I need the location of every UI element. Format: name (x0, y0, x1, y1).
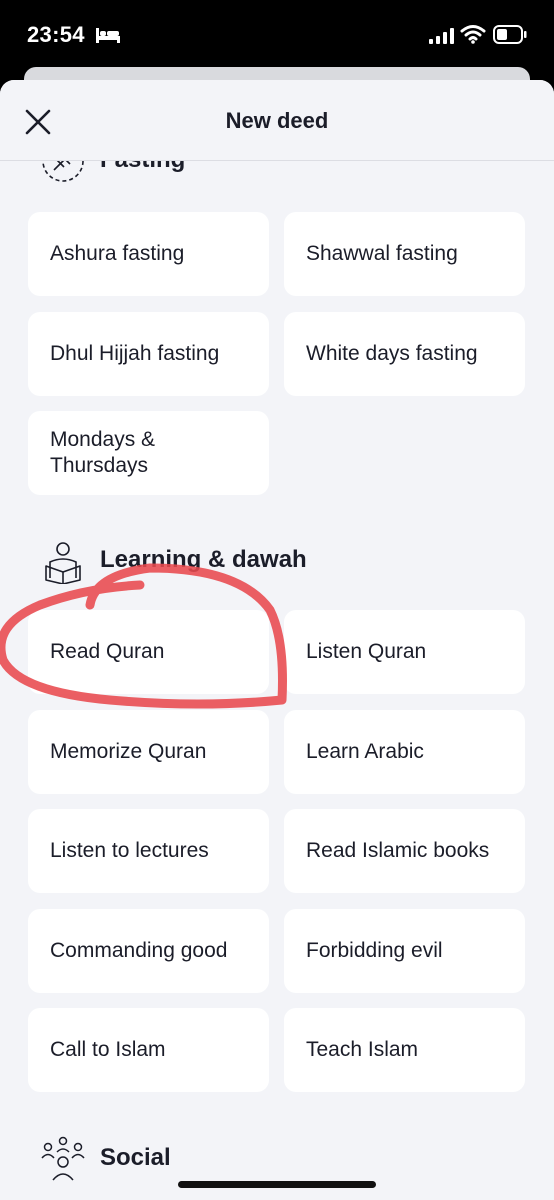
deed-card-ashura-fasting[interactable]: Ashura fasting (28, 212, 269, 296)
status-time: 23:54 (27, 22, 85, 47)
deed-card-memorize-quran[interactable]: Memorize Quran (28, 710, 269, 794)
deed-card-commanding-good[interactable]: Commanding good (28, 909, 269, 993)
deed-card-mondays-thursdays[interactable]: Mondays & Thursdays (28, 411, 269, 495)
deed-card-read-islamic-books[interactable]: Read Islamic books (284, 809, 525, 893)
new-deed-sheet: Fasting Ashura fasting Shawwal fasting D… (0, 80, 554, 1200)
deed-card-shawwal-fasting[interactable]: Shawwal fasting (284, 212, 525, 296)
sheet-header: New deed (0, 80, 554, 161)
page-title: New deed (225, 108, 329, 133)
deed-card-listen-quran[interactable]: Listen Quran (284, 610, 525, 694)
reading-person-icon (45, 542, 81, 584)
section-title-social: Social (100, 1144, 171, 1171)
home-indicator[interactable] (178, 1181, 376, 1188)
battery-icon (493, 25, 527, 44)
deed-list[interactable]: Fasting Ashura fasting Shawwal fasting D… (0, 80, 554, 1200)
cellular-signal-icon (429, 28, 454, 44)
section-title-learning: Learning & dawah (100, 546, 307, 573)
deed-card-read-quran[interactable]: Read Quran (28, 610, 269, 694)
deed-card-listen-to-lectures[interactable]: Listen to lectures (28, 809, 269, 893)
people-group-icon (41, 1136, 85, 1181)
status-bar: 23:54 (0, 0, 554, 68)
deed-card-white-days-fasting[interactable]: White days fasting (284, 312, 525, 396)
deed-card-call-to-islam[interactable]: Call to Islam (28, 1008, 269, 1092)
deed-card-forbidding-evil[interactable]: Forbidding evil (284, 909, 525, 993)
wifi-icon (460, 25, 486, 44)
deed-card-learn-arabic[interactable]: Learn Arabic (284, 710, 525, 794)
deed-card-dhul-hijjah-fasting[interactable]: Dhul Hijjah fasting (28, 312, 269, 396)
bed-icon (96, 28, 120, 43)
deed-card-teach-islam[interactable]: Teach Islam (284, 1008, 525, 1092)
